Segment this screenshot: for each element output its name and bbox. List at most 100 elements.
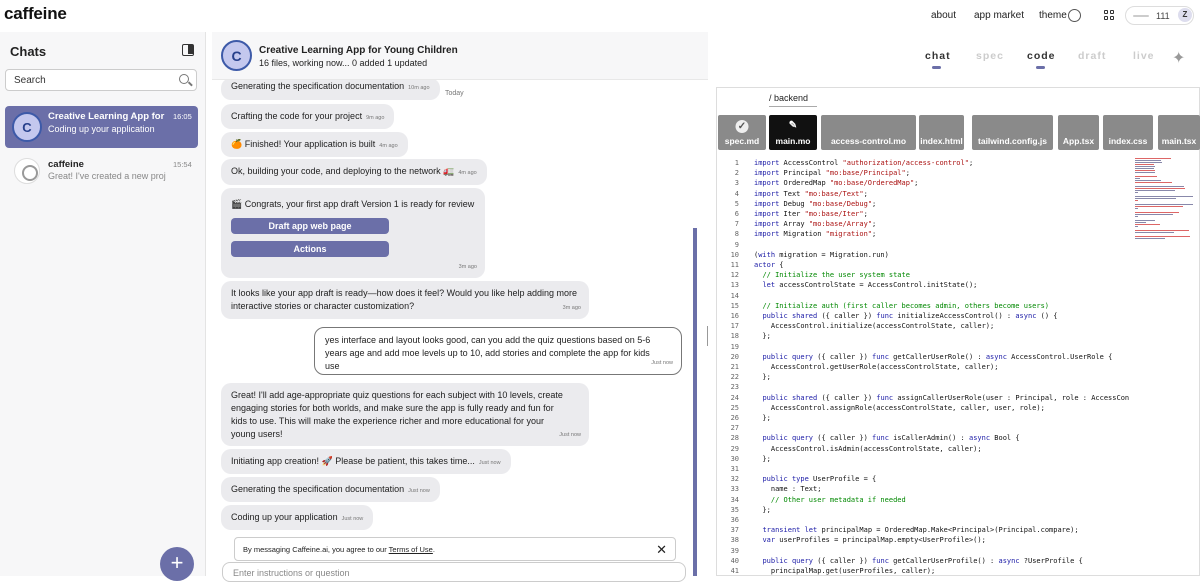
message-scrollbar[interactable] bbox=[693, 228, 697, 576]
terms-suffix: . bbox=[432, 545, 435, 554]
message-text: 🍊 Finished! Your application is built bbox=[231, 139, 376, 149]
message-bubble: Generating the specification documentati… bbox=[221, 80, 440, 100]
tab-chat-indicator bbox=[932, 66, 941, 69]
code-line: public shared ({ caller }) func assignCa… bbox=[762, 393, 1130, 402]
chats-title: Chats bbox=[10, 44, 47, 59]
message-input[interactable]: Enter instructions or question bbox=[222, 562, 686, 582]
file-tab-main-tsx[interactable]: main.tsx bbox=[1158, 115, 1200, 150]
theme-label[interactable]: theme bbox=[1039, 10, 1067, 21]
file-tab-index-css[interactable]: index.css bbox=[1103, 115, 1153, 150]
code-panel: / backend ✓ spec.md ✎ main.mo access-contr… bbox=[716, 87, 1200, 576]
sparkle-icon[interactable]: ✦ bbox=[1172, 48, 1185, 68]
minimap-line bbox=[1135, 198, 1176, 199]
minimap-line bbox=[1135, 196, 1193, 197]
line-number: 35 bbox=[730, 505, 739, 514]
message-text: Coding up your application bbox=[231, 512, 338, 522]
code-line: (with migration = Migration.run) bbox=[754, 250, 889, 259]
minimap-line bbox=[1135, 216, 1138, 217]
draft-app-web-page-button[interactable]: Draft app web page bbox=[231, 218, 389, 234]
code-line: // Other user metadata if needed bbox=[770, 495, 906, 504]
code-line: public type UserProfile = { bbox=[762, 475, 877, 484]
project-status: 16 files, working now... 0 added 1 updat… bbox=[259, 58, 428, 68]
resize-handle[interactable] bbox=[707, 326, 708, 346]
chat-time: 15:54 bbox=[173, 160, 192, 169]
chat-time: 16:05 bbox=[173, 112, 192, 121]
message-bubble: Crafting the code for your project 9m ago bbox=[221, 104, 395, 129]
file-tab-label: spec.md bbox=[724, 136, 760, 146]
about-link[interactable]: about bbox=[931, 10, 956, 21]
minimap-line bbox=[1135, 190, 1175, 191]
file-tab-access-control-mo[interactable]: access-control.mo bbox=[821, 115, 916, 150]
chat-title: Creative Learning App for ... bbox=[48, 111, 166, 122]
file-tab-spec-md[interactable]: ✓ spec.md bbox=[718, 115, 766, 150]
theme-toggle-icon[interactable] bbox=[1068, 9, 1081, 22]
line-number: 14 bbox=[730, 291, 739, 300]
message-time: Just now bbox=[559, 432, 581, 438]
message-text: Great! I'll add age-appropriate quiz que… bbox=[231, 390, 563, 439]
line-number: 36 bbox=[730, 516, 739, 524]
project-title: Creative Learning App for Young Children bbox=[259, 45, 458, 56]
file-tab-label: tailwind.config.js bbox=[978, 136, 1047, 146]
code-line: import Debug "mo:base/Debug"; bbox=[754, 199, 877, 208]
tab-draft[interactable]: draft bbox=[1078, 50, 1106, 62]
minimap-line bbox=[1135, 160, 1161, 161]
code-line: AccessControl.getUserRole(accessControlS… bbox=[754, 363, 999, 371]
code-line: // Initialize auth (first caller becomes… bbox=[762, 301, 1050, 310]
code-line: let accessControlState = AccessControl.i… bbox=[762, 281, 978, 290]
collapse-panel-icon[interactable] bbox=[182, 44, 194, 56]
message-time: Just now bbox=[341, 516, 364, 522]
line-number: 7 bbox=[734, 220, 739, 229]
tab-chat[interactable]: chat bbox=[925, 50, 951, 62]
minimap-line bbox=[1135, 230, 1189, 231]
line-number: 29 bbox=[730, 444, 739, 453]
chat-header: C Creative Learning App for Young Childr… bbox=[212, 32, 708, 80]
user-message-bubble: yes interface and layout looks good, can… bbox=[314, 327, 682, 375]
line-number: 15 bbox=[730, 301, 739, 310]
terms-text: By messaging Caffeine.ai, you agree to o… bbox=[243, 545, 389, 554]
message-bubble: Ok, building your code, and deploying to… bbox=[221, 159, 487, 185]
message-time: 3m ago bbox=[562, 305, 581, 311]
tab-code-indicator bbox=[1036, 66, 1045, 69]
code-line: }; bbox=[754, 505, 771, 514]
credits-bar bbox=[1133, 15, 1149, 17]
app-market-link[interactable]: app market bbox=[974, 10, 1024, 21]
tab-live[interactable]: live bbox=[1133, 50, 1155, 62]
line-number: 26 bbox=[730, 414, 739, 422]
close-icon[interactable]: ✕ bbox=[656, 538, 667, 561]
file-tab-app-tsx[interactable]: App.tsx bbox=[1058, 115, 1099, 150]
minimap-line bbox=[1135, 226, 1138, 227]
file-tab-label: index.css bbox=[1108, 136, 1148, 146]
message-text: yes interface and layout looks good, can… bbox=[325, 335, 651, 371]
code-editor[interactable]: 1 import AccessControl "authorization/acc… bbox=[717, 158, 1131, 576]
line-number: 37 bbox=[730, 526, 739, 535]
search-icon[interactable] bbox=[179, 74, 189, 84]
message-text: Crafting the code for your project bbox=[231, 111, 363, 121]
line-number: 31 bbox=[730, 465, 739, 473]
message-bubble: Coding up your application Just now bbox=[221, 505, 374, 530]
file-tab-tailwind-config[interactable]: tailwind.config.js bbox=[972, 115, 1053, 150]
search-input[interactable]: Search bbox=[5, 69, 197, 91]
code-minimap[interactable] bbox=[1135, 158, 1195, 248]
message-time: 10m ago bbox=[408, 85, 430, 91]
message-time: 4m ago bbox=[379, 143, 398, 149]
chat-item-caffeine[interactable]: caffeine Great! I've created a new proj … bbox=[5, 154, 198, 196]
breadcrumb[interactable]: / backend bbox=[769, 93, 817, 107]
terms-of-use-link[interactable]: Terms of Use bbox=[389, 545, 433, 554]
code-line: AccessControl.assignRole(accessControlSt… bbox=[754, 403, 1045, 412]
message-bubble: Initiating app creation! 🚀 Please be pat… bbox=[221, 449, 511, 474]
file-tab-main-mo[interactable]: ✎ main.mo bbox=[769, 115, 817, 150]
user-avatar[interactable]: Z bbox=[1178, 8, 1192, 22]
line-number: 16 bbox=[730, 312, 739, 320]
minimap-line bbox=[1135, 170, 1156, 171]
file-tab-index-html[interactable]: index.html bbox=[919, 115, 964, 150]
tab-code[interactable]: code bbox=[1027, 50, 1056, 62]
tab-spec[interactable]: spec bbox=[976, 50, 1004, 62]
caffeine-logo[interactable]: caffeine bbox=[4, 4, 67, 24]
message-time: 3m ago bbox=[458, 264, 477, 270]
line-number: 18 bbox=[730, 332, 739, 341]
actions-button[interactable]: Actions bbox=[231, 241, 389, 257]
chat-item-creative-learning[interactable]: C Creative Learning App for ... Coding u… bbox=[5, 106, 198, 148]
line-number: 34 bbox=[730, 495, 739, 504]
apps-grid-icon[interactable] bbox=[1104, 10, 1114, 20]
message-list[interactable]: Generating the specification documentati… bbox=[212, 80, 692, 576]
